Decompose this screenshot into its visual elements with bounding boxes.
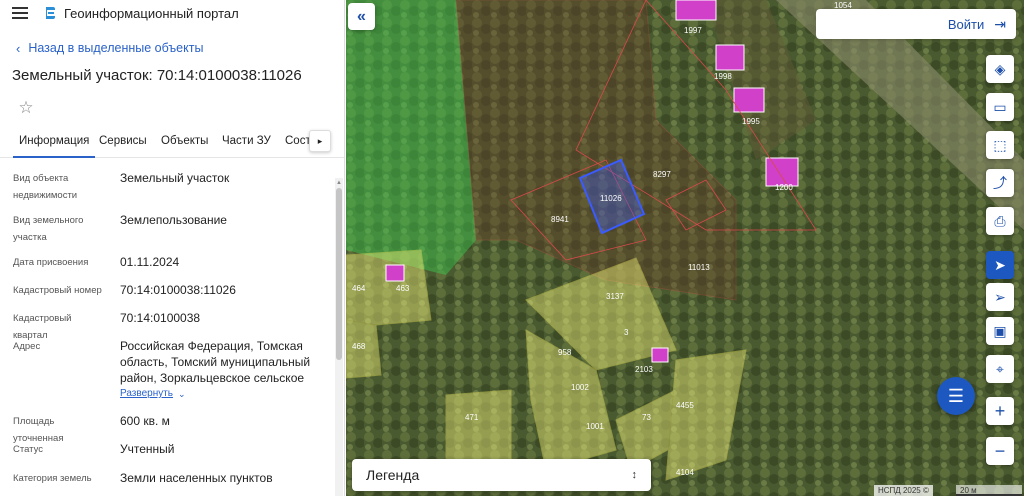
login-icon: ⇥: [994, 15, 1006, 32]
tab-services[interactable]: Сервисы: [99, 130, 147, 158]
svg-text:1995: 1995: [742, 117, 760, 126]
prop-value: Земельный участок: [120, 171, 230, 185]
svg-text:8297: 8297: [653, 170, 671, 179]
top-bar: Геоинформационный портал: [0, 0, 344, 26]
scroll-up-icon[interactable]: ▲: [336, 180, 342, 186]
svg-text:8941: 8941: [551, 215, 569, 224]
navigate-icon[interactable]: ➢: [986, 283, 1014, 311]
svg-text:1998: 1998: [714, 72, 732, 81]
tab-objects[interactable]: Объекты: [161, 130, 208, 158]
legend-label: Легенда: [366, 467, 420, 483]
collapse-panel-button[interactable]: «: [348, 3, 375, 30]
tab-parts[interactable]: Части ЗУ: [222, 130, 271, 158]
chat-icon[interactable]: ☰: [937, 377, 975, 415]
prop-value: Земли населенных пунктов: [120, 471, 273, 485]
svg-text:11026: 11026: [600, 194, 622, 203]
prop-value: 01.11.2024: [120, 255, 180, 269]
chevron-left-icon: ‹: [16, 40, 21, 56]
location-search-icon[interactable]: ⌖: [986, 355, 1014, 383]
prop-label: Вид объекта недвижимости: [13, 173, 78, 201]
svg-text:464: 464: [352, 284, 366, 293]
svg-text:468: 468: [352, 342, 366, 351]
svg-text:1002: 1002: [571, 383, 589, 392]
prop-value: 70:14:0100038:11026: [120, 283, 236, 297]
map-view[interactable]: 1054 1997 1998 1995 1200 8297 11026 8941…: [346, 0, 1024, 496]
svg-text:11013: 11013: [688, 263, 710, 272]
panel-scrollbar[interactable]: ▲: [335, 178, 343, 496]
directions-icon[interactable]: ➤: [986, 251, 1014, 279]
tabs-scroll-right-button[interactable]: ▸: [309, 130, 331, 152]
prop-label: Адрес: [13, 341, 41, 352]
ruler-icon[interactable]: ▭: [986, 93, 1014, 121]
prop-label: Вид земельного участка: [13, 215, 84, 243]
zoom-out-button[interactable]: −: [986, 437, 1014, 465]
chevron-updown-icon: ↕: [631, 469, 638, 481]
chevron-down-icon[interactable]: ⌄: [178, 389, 186, 400]
svg-text:2103: 2103: [635, 365, 653, 374]
svg-text:3: 3: [624, 328, 629, 337]
zoom-in-button[interactable]: +: [986, 397, 1014, 425]
tab-information[interactable]: Информация: [13, 130, 96, 158]
scrollbar-thumb[interactable]: [336, 188, 342, 360]
login-button[interactable]: Войти ⇥: [816, 9, 1016, 39]
svg-text:73: 73: [642, 413, 651, 422]
layers-icon[interactable]: ◈: [986, 55, 1014, 83]
prop-label: Дата присвоения: [13, 257, 89, 268]
svg-text:4455: 4455: [676, 401, 694, 410]
svg-text:1200: 1200: [775, 183, 793, 192]
map-scale: 20 м: [956, 485, 1022, 496]
share-icon[interactable]: ⤴: [986, 169, 1014, 197]
svg-text:4104: 4104: [676, 468, 694, 477]
info-panel: Геоинформационный портал ‹ Назад в выдел…: [0, 0, 345, 496]
svg-text:463: 463: [396, 284, 410, 293]
map-attribution: НСПД 2025 ©: [874, 485, 933, 496]
print-icon[interactable]: ⎙: [986, 207, 1014, 235]
login-label: Войти: [947, 16, 985, 32]
app-title: Геоинформационный портал: [64, 5, 239, 21]
back-link-label: Назад в выделенные объекты: [28, 41, 204, 55]
expand-link[interactable]: Развернуть: [120, 388, 173, 399]
svg-text:3137: 3137: [606, 292, 624, 301]
tab-bar: Информация Сервисы Объекты Части ЗУ Сост…: [0, 130, 344, 158]
legend-dropdown[interactable]: Легенда ↕: [352, 459, 651, 491]
portal-logo-icon: [46, 7, 55, 19]
svg-text:1997: 1997: [684, 26, 702, 35]
svg-text:471: 471: [465, 413, 479, 422]
select-area-icon[interactable]: ⬚: [986, 131, 1014, 159]
svg-text:958: 958: [558, 348, 572, 357]
prop-label: Статус: [13, 444, 44, 455]
favorite-star-icon[interactable]: ☆: [12, 94, 40, 122]
prop-value: 70:14:0100038: [120, 311, 201, 325]
satellite-map[interactable]: 1054 1997 1998 1995 1200 8297 11026 8941…: [346, 0, 1024, 496]
prop-label: Кадастровый номер: [13, 285, 102, 296]
menu-icon[interactable]: [12, 7, 28, 19]
back-link[interactable]: ‹ Назад в выделенные объекты: [0, 38, 344, 58]
app-root: Геоинформационный портал ‹ Назад в выдел…: [0, 0, 1024, 496]
address-value: Российская Федерация, Томская область, Т…: [120, 339, 311, 385]
picture-in-picture-icon[interactable]: ▣: [986, 317, 1014, 345]
prop-value: Учтенный: [120, 442, 175, 456]
prop-value: Землепользование: [120, 213, 227, 227]
prop-label: Категория земель: [13, 473, 92, 484]
prop-value: 600 кв. м: [120, 414, 170, 428]
page-title: Земельный участок: 70:14:0100038:11026: [12, 67, 302, 84]
svg-text:1001: 1001: [586, 422, 604, 431]
